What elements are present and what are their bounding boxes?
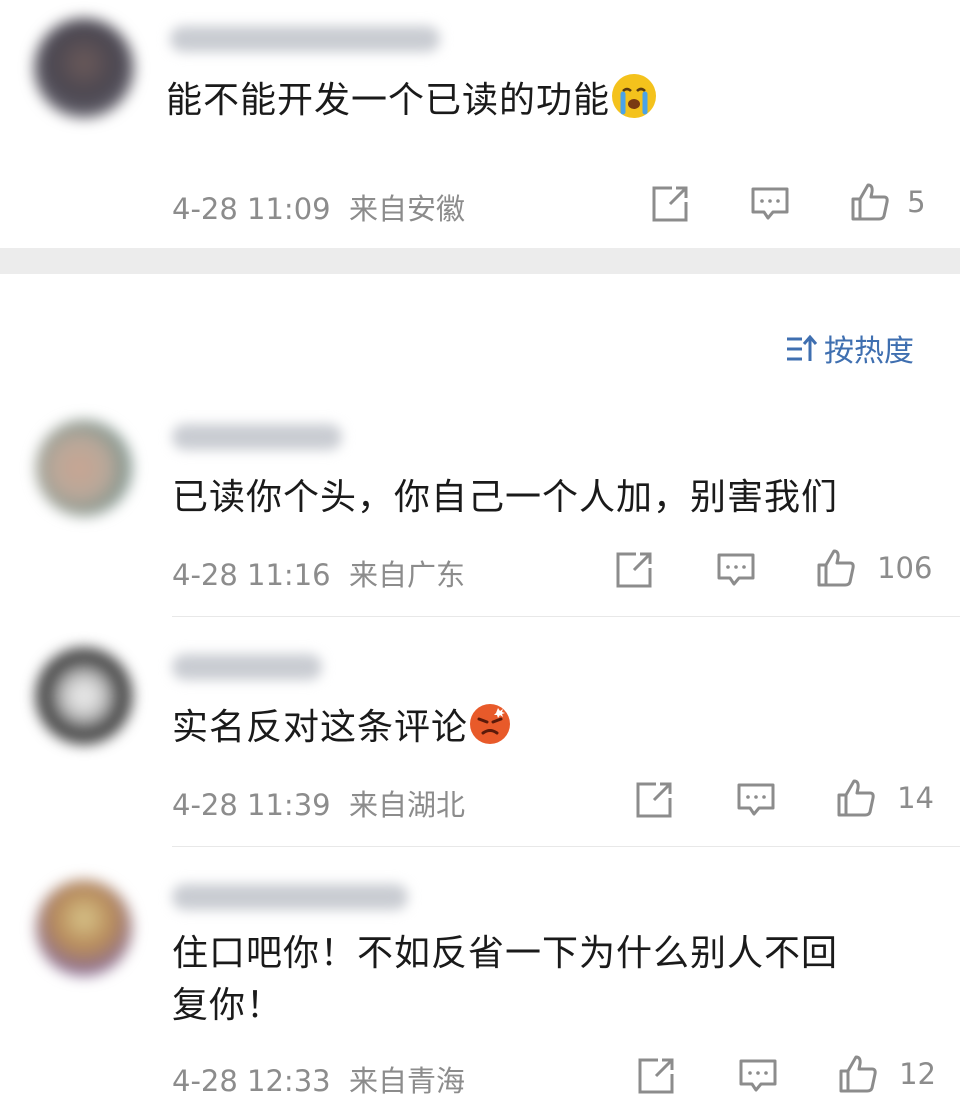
share-icon [652,186,688,222]
comment-icon [751,187,789,220]
comment-icon [737,783,775,816]
comment-time: 4-28 11:16 [172,558,331,592]
post-meta: 4-28 11:09 来自安徽 [172,186,465,228]
comment-separator [172,616,960,617]
comment-icon [717,553,755,586]
share-button[interactable] [614,550,654,594]
share-button[interactable] [636,1056,676,1100]
avatar[interactable] [36,880,132,976]
username[interactable] [172,884,408,910]
post-text: 能不能开发一个已读的功能 [166,80,611,121]
comment-button[interactable] [738,1056,778,1100]
comment-button[interactable] [716,550,756,594]
comment-text: 实名反对这条评论 [172,707,469,748]
comment-content: 实名反对这条评论 [172,704,511,752]
section-divider [0,248,960,274]
like-button[interactable]: 12 [838,1054,948,1094]
avatar[interactable] [34,18,134,118]
comment-location: 来自湖北 [349,788,466,822]
comment-button[interactable] [750,184,790,228]
comment-separator [172,846,960,847]
crying-face-emoji-icon [612,74,657,118]
like-count: 14 [897,781,934,815]
comment-meta: 4-28 11:39 来自湖北 [172,782,465,824]
username[interactable] [172,424,342,450]
comment-text-line: 复你！ [172,985,284,1026]
post-location: 来自安徽 [349,192,466,226]
avatar[interactable] [36,420,132,516]
share-icon [616,552,652,588]
avatar[interactable] [36,648,132,744]
comment-meta: 4-28 11:16 来自广东 [172,552,465,594]
comment-button[interactable] [736,780,776,824]
comment-location: 来自广东 [349,558,466,592]
angry-face-emoji-icon [470,704,511,744]
comment-time: 4-28 12:33 [172,1064,331,1098]
share-button[interactable] [650,184,690,228]
share-icon [638,1058,674,1094]
comment-time: 4-28 11:39 [172,788,331,822]
comment-content: 已读你个头，你自己一个人加，别害我们 [172,474,838,522]
sort-icon [787,334,818,361]
share-icon [636,782,672,818]
like-count: 5 [907,185,926,219]
post-time: 4-28 11:09 [172,192,331,226]
sort-toggle[interactable]: 按热度 [786,326,914,370]
like-button[interactable]: 106 [816,548,946,588]
like-count: 12 [899,1057,936,1091]
sort-label: 按热度 [824,334,914,369]
thumbs-up-icon [839,1055,877,1093]
comment-icon [739,1059,777,1092]
comment-meta: 4-28 12:33 来自青海 [172,1058,465,1100]
thumbs-up-icon [851,183,889,221]
thumbs-up-icon [837,779,875,817]
like-button[interactable]: 14 [836,778,946,818]
username[interactable] [172,654,322,680]
comment-location: 来自青海 [349,1064,466,1098]
thumbs-up-icon [817,549,855,587]
comment-content: 住口吧你！不如反省一下为什么别人不回 复你！ [172,930,932,1034]
post-content: 能不能开发一个已读的功能 [166,74,657,125]
like-count: 106 [877,551,933,585]
comment-text: 已读你个头，你自己一个人加，别害我们 [172,477,839,518]
comment-text-line: 住口吧你！不如反省一下为什么别人不回 [172,933,839,974]
like-button[interactable]: 5 [850,182,940,222]
username[interactable] [170,26,440,52]
share-button[interactable] [634,780,674,824]
